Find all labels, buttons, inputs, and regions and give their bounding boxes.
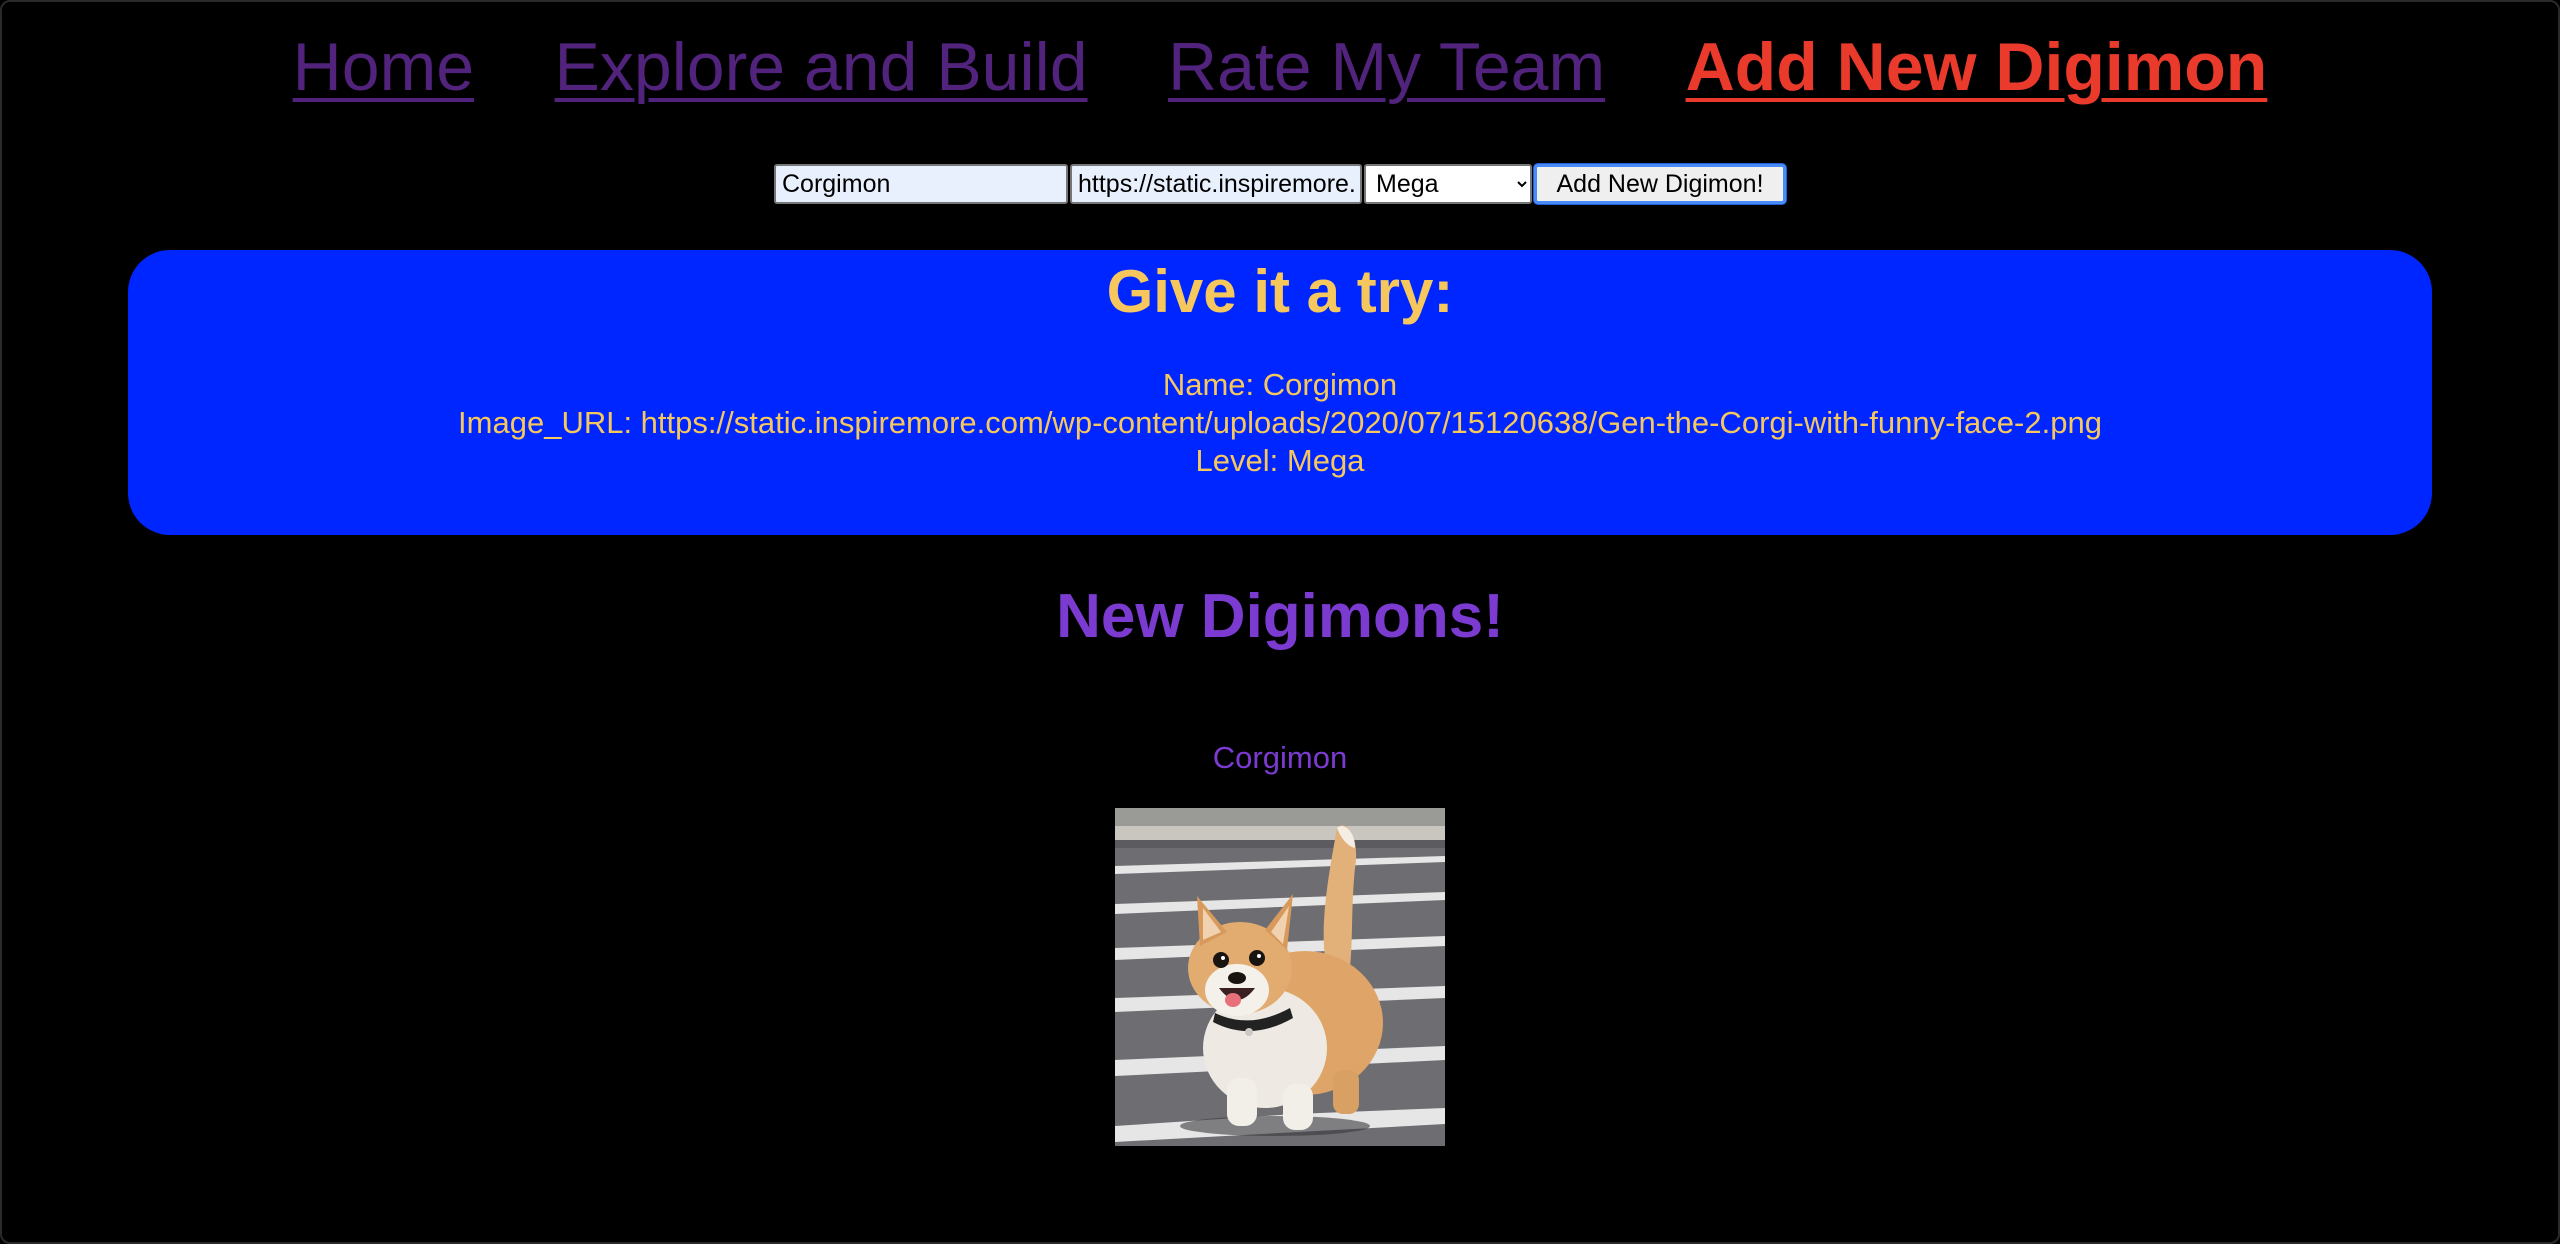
digimon-card: Corgimon [0, 738, 2560, 1146]
preview-name-line: Name: Corgimon [1162, 367, 1398, 402]
image-url-input[interactable] [1070, 164, 1362, 204]
nav-link-home[interactable]: Home [293, 29, 474, 105]
digimon-card-name: Corgimon [1212, 740, 1348, 775]
preview-heading: Give it a try: [1106, 258, 1454, 325]
preview-level-line: Level: Mega [1195, 443, 1365, 478]
preview-panel: Give it a try: Name: Corgimon Image_URL:… [128, 250, 2432, 535]
add-new-digimon-button[interactable]: Add New Digimon! [1534, 164, 1786, 204]
preview-details: Name: Corgimon Image_URL: https://static… [128, 366, 2432, 480]
add-digimon-form: Mega Add New Digimon! [0, 164, 2560, 204]
new-digimons-heading: New Digimons! [1056, 582, 1504, 651]
nav-link-explore-and-build[interactable]: Explore and Build [555, 29, 1088, 105]
nav-link-rate-my-team[interactable]: Rate My Team [1168, 29, 1605, 105]
corgi-photo [1115, 808, 1445, 1146]
nav-link-add-new-digimon[interactable]: Add New Digimon [1686, 29, 2268, 105]
top-nav: Home Explore and Build Rate My Team Add … [0, 28, 2560, 106]
preview-image-url-line: Image_URL: https://static.inspiremore.co… [458, 405, 2102, 440]
level-select[interactable]: Mega [1364, 164, 1532, 204]
name-input[interactable] [774, 164, 1068, 204]
